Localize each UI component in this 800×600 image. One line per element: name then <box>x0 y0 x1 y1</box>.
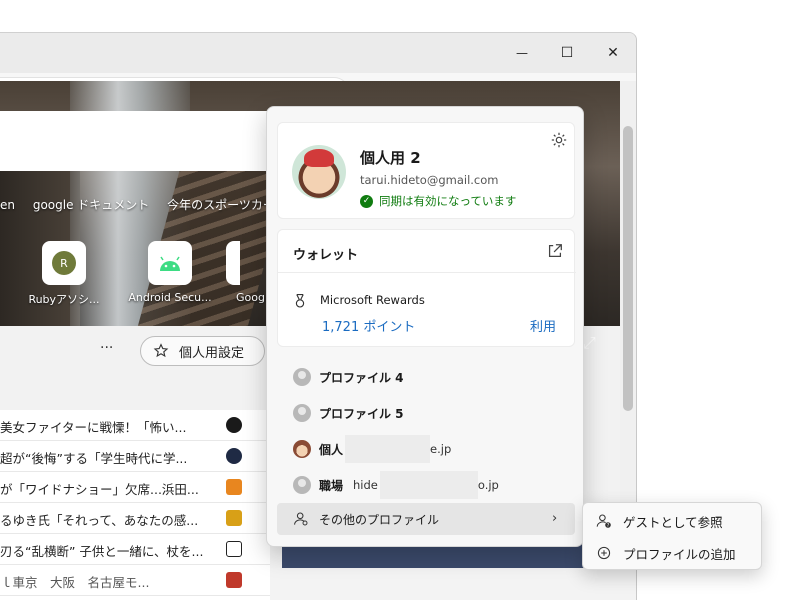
android-icon <box>148 241 192 285</box>
maximize-button[interactable]: ☐ <box>552 39 582 67</box>
quick-link[interactable]: google ドキュメント <box>33 198 149 212</box>
profile-account-prefix: hide <box>353 478 378 492</box>
news-source-icon <box>226 479 242 495</box>
quick-links-bar: en google ドキュメント 今年のスポーツカー... <box>0 196 300 213</box>
sync-status-text: 同期は有効になっています <box>379 194 517 208</box>
profile-item-label: 職場 <box>319 478 344 493</box>
profile-avatar-icon <box>293 368 311 386</box>
profile-item-label: プロファイル 5 <box>319 406 404 421</box>
profile-email: tarui.hideto@gmail.com <box>360 173 499 187</box>
minimize-button[interactable]: — <box>507 39 537 67</box>
tile-label: Goog <box>236 291 265 304</box>
expand-icon[interactable]: ⤢ <box>583 333 596 353</box>
personalize-button[interactable]: 個人用設定 <box>140 336 265 366</box>
chevron-right-icon: › <box>552 511 558 526</box>
feed-more-button[interactable]: ··· <box>100 340 113 356</box>
rewards-medal-icon <box>295 294 305 308</box>
rewards-points-link[interactable]: 1,721 ポイント <box>322 316 415 335</box>
wallet-divider <box>278 272 576 273</box>
news-item[interactable]: 超が“後悔”する「学生時代に学... <box>0 441 270 472</box>
site-tile-android[interactable]: Android Secu... <box>120 241 220 304</box>
wallet-card: ウォレット Microsoft Rewards 1,721 ポイント 利用 <box>277 229 576 347</box>
google-site-icon <box>226 241 240 285</box>
profile-item-4[interactable]: プロファイル 4 <box>277 361 575 393</box>
news-headline: が「ワイドナショー」欠席...浜田... <box>0 482 199 497</box>
news-headline: ｌ車京 大阪 名古屋モ... <box>0 575 150 590</box>
title-bar: — ☐ ✕ <box>0 33 636 73</box>
profile-name: 個人用 2 <box>360 149 421 167</box>
tile-label: Rubyアソシ... <box>28 293 100 306</box>
sync-status: ✓ 同期は有効になっています <box>360 193 516 209</box>
rewards-label: Microsoft Rewards <box>320 293 425 307</box>
profile-avatar-icon <box>293 440 311 458</box>
add-profile-item[interactable]: プロファイルの追加 <box>583 537 763 569</box>
ruby-site-icon: R <box>42 241 86 285</box>
scroll-thumb[interactable] <box>623 126 633 411</box>
news-list: 美女ファイターに戦慄！「怖い... 超が“後悔”する「学生時代に学... が「ワ… <box>0 410 270 600</box>
profile-item-label: 個人 <box>319 442 344 457</box>
current-profile-card: 個人用 2 tarui.hideto@gmail.com ✓ 同期は有効になって… <box>277 122 575 219</box>
news-headline: 超が“後悔”する「学生時代に学... <box>0 451 188 466</box>
profile-avatar-large[interactable] <box>292 145 346 199</box>
profile-avatar-icon <box>293 404 311 422</box>
news-headline: 美女ファイターに戦慄！「怖い... <box>0 420 187 435</box>
other-profiles-menu-item[interactable]: その他のプロファイル › <box>277 503 575 535</box>
profile-item-work[interactable]: 職場 hide o.jp <box>277 469 575 501</box>
profile-item-label: プロファイル 4 <box>319 370 404 385</box>
add-profile-label: プロファイルの追加 <box>623 546 736 562</box>
check-icon: ✓ <box>360 194 373 208</box>
other-profiles-submenu: ? ゲストとして参照 プロファイルの追加 <box>582 502 762 570</box>
add-circle-icon <box>597 546 611 560</box>
site-tile-google[interactable]: Goog <box>226 241 270 304</box>
gear-icon[interactable] <box>550 131 568 149</box>
other-profiles-label: その他のプロファイル <box>319 512 440 527</box>
profiles-icon <box>294 512 308 526</box>
wallet-title[interactable]: ウォレット <box>293 244 358 263</box>
quick-link[interactable]: en <box>0 198 15 212</box>
search-area[interactable] <box>0 111 270 171</box>
browse-as-guest-item[interactable]: ? ゲストとして参照 <box>583 505 763 537</box>
open-external-icon[interactable] <box>546 242 564 260</box>
news-headline: 刃る“乱横断” 子供と一緒に、杖を... <box>0 544 204 559</box>
feed-toolbar: ··· 個人用設定 <box>0 326 270 378</box>
redacted-account <box>345 435 431 463</box>
profile-item-5[interactable]: プロファイル 5 <box>277 397 575 429</box>
news-source-icon <box>226 572 242 588</box>
page-scrollbar[interactable] <box>620 81 636 568</box>
profile-avatar-icon <box>293 476 311 494</box>
news-item[interactable]: ｌ車京 大阪 名古屋モ... <box>0 565 270 596</box>
profile-account-suffix: o.jp <box>477 478 499 492</box>
profile-account-suffix: e.jp <box>430 442 452 456</box>
news-item[interactable]: 美女ファイターに戦慄！「怖い... <box>0 410 270 441</box>
news-item[interactable]: 刃る“乱横断” 子供と一緒に、杖を... <box>0 534 270 565</box>
news-source-icon <box>226 510 242 526</box>
tile-initial: R <box>52 251 76 275</box>
news-item[interactable]: るゆき氏「それって、あなたの感... <box>0 503 270 534</box>
news-headline: るゆき氏「それって、あなたの感... <box>0 513 199 528</box>
personalize-star-icon <box>153 343 169 358</box>
news-source-icon <box>226 541 242 557</box>
close-button[interactable]: ✕ <box>598 39 628 67</box>
browse-as-guest-label: ゲストとして参照 <box>623 514 723 530</box>
personalize-label: 個人用設定 <box>179 345 245 361</box>
site-tile-ruby[interactable]: R Rubyアソシ... <box>14 241 114 307</box>
profile-flyout: 個人用 2 tarui.hideto@gmail.com ✓ 同期は有効になって… <box>266 106 584 547</box>
rewards-use-link[interactable]: 利用 <box>530 316 556 335</box>
news-source-icon <box>226 448 242 464</box>
profile-item-personal[interactable]: 個人 e.jp <box>277 433 575 465</box>
news-source-icon <box>226 417 242 433</box>
guest-icon: ? <box>596 514 611 529</box>
tile-label: Android Secu... <box>128 291 212 304</box>
redacted-account <box>379 471 478 499</box>
news-item[interactable]: が「ワイドナショー」欠席...浜田... <box>0 472 270 503</box>
